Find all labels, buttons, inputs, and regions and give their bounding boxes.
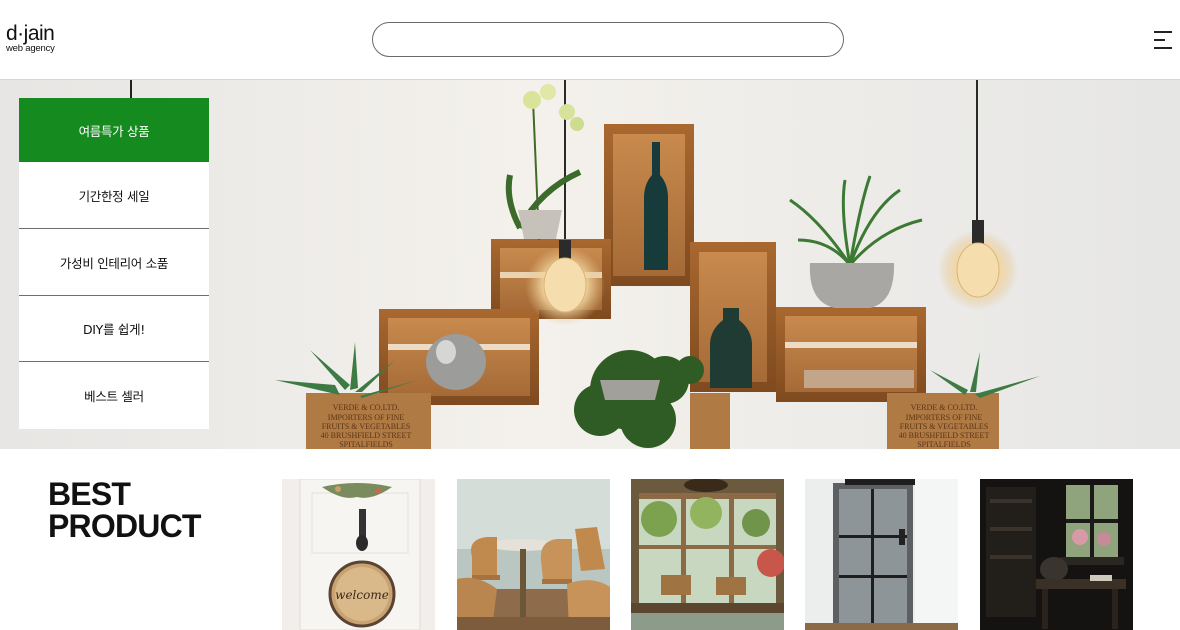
product-card-cafe-chairs[interactable] — [457, 479, 610, 630]
search-input[interactable] — [372, 22, 844, 57]
category-item-diy[interactable]: DIY를 쉽게! — [19, 296, 209, 362]
best-product-heading: BEST PRODUCT — [48, 478, 201, 542]
category-item-label: 여름특가 상품 — [78, 123, 150, 139]
product-image — [805, 479, 958, 630]
category-item-value-interior[interactable]: 가성비 인테리어 소품 — [19, 229, 209, 296]
product-image: welcome — [282, 479, 435, 630]
product-card-welcome-sign[interactable]: welcome — [282, 479, 435, 630]
product-image — [980, 479, 1133, 630]
svg-text:SPITALFIELDS: SPITALFIELDS — [917, 440, 971, 449]
category-item-best-seller[interactable]: 베스트 셀러 — [19, 362, 209, 429]
svg-text:FRUITS & VEGETABLES: FRUITS & VEGETABLES — [900, 422, 989, 431]
crate-label-line: VERDE & CO.LTD. — [333, 403, 400, 412]
category-item-label: DIY를 쉽게! — [82, 322, 146, 337]
svg-text:SPITALFIELDS: SPITALFIELDS — [339, 440, 393, 449]
category-item-limited-sale[interactable]: 기간한정 세일 — [19, 162, 209, 229]
best-product-heading-line2: PRODUCT — [48, 508, 201, 544]
category-item-summer-sale[interactable]: 여름특가 상품 — [19, 98, 209, 162]
svg-text:IMPORTERS OF FINE: IMPORTERS OF FINE — [906, 413, 983, 422]
category-item-label: 베스트 셀러 — [84, 389, 144, 404]
product-card-dark-study[interactable] — [980, 479, 1133, 630]
hamburger-menu-icon[interactable] — [1151, 28, 1173, 52]
product-card-glass-door[interactable] — [805, 479, 958, 630]
svg-text:40 BRUSHFIELD STREET: 40 BRUSHFIELD STREET — [321, 431, 412, 440]
product-image — [631, 479, 784, 630]
category-item-label: 가성비 인테리어 소품 — [59, 255, 169, 271]
category-menu: 여름특가 상품 기간한정 세일 가성비 인테리어 소품 DIY를 쉽게! 베스트… — [19, 98, 209, 429]
product-image — [457, 479, 610, 630]
svg-text:IMPORTERS OF FINE: IMPORTERS OF FINE — [328, 413, 405, 422]
site-header: d·jain web agency — [0, 0, 1180, 80]
category-item-label: 기간한정 세일 — [78, 188, 150, 204]
best-product-heading-line1: BEST — [48, 476, 131, 512]
site-logo[interactable]: d·jain web agency — [6, 22, 76, 56]
svg-text:FRUITS & VEGETABLES: FRUITS & VEGETABLES — [322, 422, 411, 431]
product-card-cafe-window[interactable] — [631, 479, 784, 630]
svg-text:VERDE & CO.LTD.: VERDE & CO.LTD. — [911, 403, 978, 412]
logo-main-text: d·jain — [6, 22, 55, 45]
svg-text:40 BRUSHFIELD STREET: 40 BRUSHFIELD STREET — [899, 431, 990, 440]
logo-sub-text: web agency — [6, 43, 55, 54]
welcome-sign-text: welcome — [335, 588, 389, 602]
